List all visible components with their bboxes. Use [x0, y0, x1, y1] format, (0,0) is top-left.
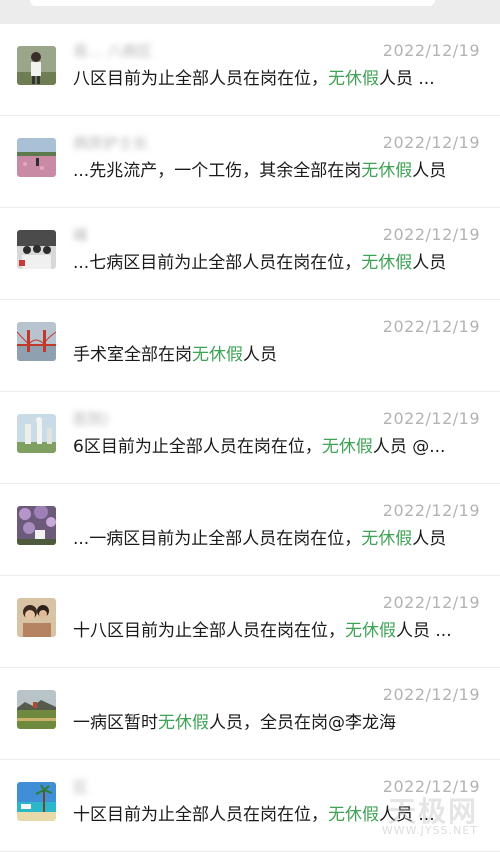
chat-preview: ...一病区目前为止全部人员在岗在位，无休假人员 [73, 527, 480, 551]
preview-text: ...先兆流产，一个工伤，其余全部在岗 [73, 161, 362, 181]
chat-preview: 八区目前为止全部人员在岗在位，无休假人员 ... [73, 67, 480, 91]
preview-text: ...一病区目前为止全部人员在岗在位， [73, 529, 362, 549]
chat-item[interactable]: 病房护士长 2022/12/19 ...先兆流产，一个工伤，其余全部在岗无休假人… [0, 116, 500, 208]
couple-avatar [17, 598, 56, 637]
chat-date: 2022/12/19 [382, 685, 480, 704]
preview-highlight: 无休假 [361, 529, 413, 549]
preview-text: 手术室全部在岗 [73, 345, 192, 365]
chat-date: 2022/12/19 [382, 317, 480, 336]
preview-text: 十区目前为止全部人员在岗在位， [73, 805, 328, 825]
chat-item[interactable]: 易... 八病区 2022/12/19 八区目前为止全部人员在岗在位，无休假人员… [0, 24, 500, 116]
top-search-bar [0, 0, 500, 24]
group-photo-avatar [17, 230, 56, 269]
chat-date: 2022/12/19 [382, 409, 480, 428]
chat-name: 易... 八病区 [73, 42, 153, 60]
search-box[interactable] [30, 0, 435, 6]
preview-text: 人员 [412, 529, 447, 549]
preview-highlight: 无休假 [158, 713, 209, 733]
chat-item[interactable]: 2022/12/19 ...一病区目前为止全部人员在岗在位，无休假人员 [0, 484, 500, 576]
chat-name: 峰 [73, 226, 89, 244]
preview-text: 人员 [412, 253, 447, 273]
bridge-avatar [17, 322, 56, 361]
purple-flowers-avatar [17, 506, 56, 545]
preview-text: 八区目前为止全部人员在岗在位， [73, 69, 328, 89]
chat-preview: 十八区目前为止全部人员在岗在位，无休假人员 ... [73, 619, 480, 643]
preview-text: 一病区暂时 [73, 713, 158, 733]
preview-text: ...七病区目前为止全部人员在岗在位， [73, 253, 362, 273]
chat-date: 2022/12/19 [382, 225, 480, 244]
chat-name: 病房护士长 [73, 134, 149, 152]
chat-preview: ...七病区目前为止全部人员在岗在位，无休假人员 [73, 251, 480, 275]
chat-date: 2022/12/19 [382, 133, 480, 152]
watermark-url: WWW.JYSS.NET [381, 824, 478, 837]
chat-preview: 6区目前为止全部人员在岗在位，无休假人员 @... [73, 435, 480, 459]
preview-text: 人员 @... [372, 437, 446, 457]
person-outdoor-avatar [17, 46, 56, 85]
chat-item[interactable]: 医院) 2022/12/19 6区目前为止全部人员在岗在位，无休假人员 @... [0, 392, 500, 484]
chat-preview: ...先兆流产，一个工伤，其余全部在岗无休假人员 [73, 159, 480, 183]
preview-highlight: 无休假 [321, 437, 373, 457]
preview-highlight: 无休假 [328, 805, 379, 825]
chat-name: 医院) [73, 410, 109, 428]
preview-highlight: 无休假 [328, 69, 379, 89]
statue-avatar [17, 414, 56, 453]
chat-item[interactable]: 2022/12/19 一病区暂时无休假人员，全员在岗@李龙海 [0, 668, 500, 760]
preview-text: 人员 [243, 345, 277, 365]
preview-text: 人员，全员在岗@李龙海 [209, 713, 396, 733]
chat-item[interactable]: 2022/12/19 十八区目前为止全部人员在岗在位，无休假人员 ... [0, 576, 500, 668]
flower-field-avatar [17, 138, 56, 177]
preview-highlight: 无休假 [361, 161, 413, 181]
chat-list: 易... 八病区 2022/12/19 八区目前为止全部人员在岗在位，无休假人员… [0, 24, 500, 852]
chat-item[interactable]: 2022/12/19 手术室全部在岗无休假人员 [0, 300, 500, 392]
chat-preview: 手术室全部在岗无休假人员 [73, 343, 480, 367]
preview-highlight: 无休假 [192, 345, 243, 365]
landscape-avatar [17, 690, 56, 729]
preview-highlight: 无休假 [361, 253, 413, 273]
chat-item[interactable]: 峰 2022/12/19 ...七病区目前为止全部人员在岗在位，无休假人员 [0, 208, 500, 300]
chat-preview: 一病区暂时无休假人员，全员在岗@李龙海 [73, 711, 480, 735]
chat-date: 2022/12/19 [382, 41, 480, 60]
preview-text: 6区目前为止全部人员在岗在位， [73, 437, 322, 457]
beach-avatar [17, 782, 56, 821]
preview-text: 人员 [412, 161, 447, 181]
chat-date: 2022/12/19 [382, 593, 480, 612]
preview-highlight: 无休假 [345, 621, 396, 641]
preview-text: 十八区目前为止全部人员在岗在位， [73, 621, 345, 641]
chat-name: 区 [73, 778, 89, 796]
preview-text: 人员 ... [379, 69, 435, 89]
chat-date: 2022/12/19 [382, 501, 480, 520]
preview-text: 人员 ... [396, 621, 452, 641]
